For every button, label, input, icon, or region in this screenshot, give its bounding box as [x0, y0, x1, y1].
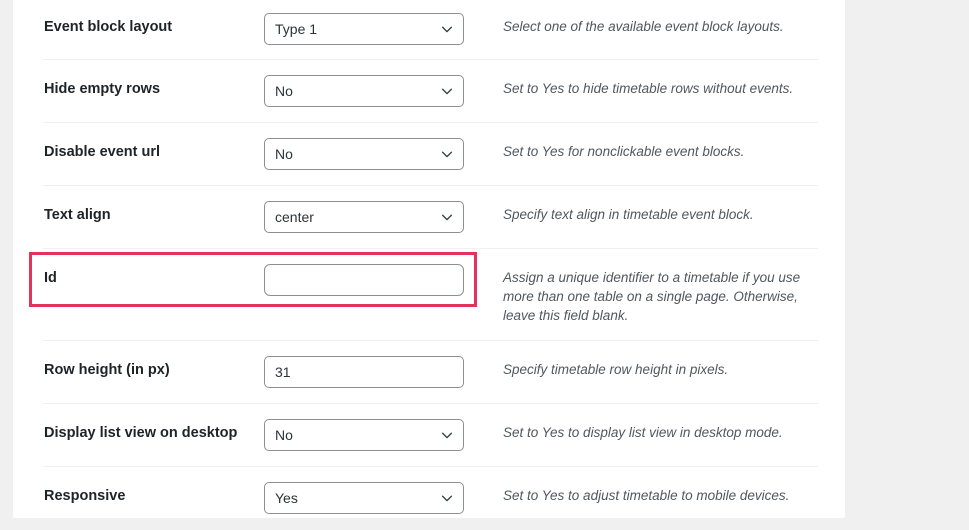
chevron-down-icon [440, 428, 454, 442]
disable-event-url-select[interactable]: No [264, 138, 464, 170]
row-label: Text align [44, 207, 111, 223]
settings-row-text-align: Text align center Specify text align in … [43, 186, 818, 249]
select-value: No [275, 146, 293, 162]
settings-row-hide-empty-rows: Hide empty rows No Set to Yes to hide ti… [43, 60, 818, 123]
id-input[interactable] [264, 264, 464, 296]
display-list-view-select[interactable]: No [264, 419, 464, 452]
settings-row-event-block-layout: Event block layout Type 1 Select one of … [43, 0, 818, 60]
chevron-down-icon [440, 210, 454, 224]
row-description: Set to Yes to display list view in deskt… [503, 425, 783, 441]
row-description: Select one of the available event block … [503, 19, 784, 34]
row-control: No [264, 419, 503, 452]
chevron-down-icon [440, 22, 454, 36]
settings-row-disable-event-url: Disable event url No Set to Yes for nonc… [43, 123, 818, 186]
select-value: Yes [275, 490, 298, 507]
row-height-input[interactable] [264, 356, 464, 389]
row-control: Type 1 [264, 13, 503, 45]
row-control: No [264, 75, 503, 107]
row-control [264, 356, 503, 389]
event-block-layout-select[interactable]: Type 1 [264, 13, 464, 45]
row-control [264, 264, 503, 296]
hide-empty-rows-select[interactable]: No [264, 75, 464, 107]
settings-page: Event block layout Type 1 Select one of … [0, 0, 969, 530]
row-control: Yes [264, 482, 503, 515]
row-description: Specify timetable row height in pixels. [503, 362, 729, 378]
select-value: Type 1 [275, 21, 318, 37]
row-control: No [264, 138, 503, 170]
settings-row-display-list-view: Display list view on desktop No Set to Y… [43, 404, 818, 468]
select-value: No [275, 427, 293, 444]
responsive-select[interactable]: Yes [264, 482, 464, 515]
row-description: Set to Yes to adjust timetable to mobile… [503, 488, 790, 504]
row-control: center [264, 201, 503, 233]
row-description: Specify text align in timetable event bl… [503, 207, 754, 222]
row-label: Id [44, 270, 57, 286]
settings-panel: Event block layout Type 1 Select one of … [13, 0, 845, 530]
row-label: Row height (in px) [44, 362, 170, 379]
settings-row-id: Id Assign a unique identifier to a timet… [43, 249, 818, 342]
settings-row-responsive: Responsive Yes Set to Yes to adjust time… [43, 467, 818, 530]
row-description: Set to Yes to hide timetable rows withou… [503, 81, 794, 96]
row-label: Responsive [44, 488, 126, 505]
chevron-down-icon [440, 84, 454, 98]
row-label: Display list view on desktop [44, 425, 238, 442]
row-description: Assign a unique identifier to a timetabl… [503, 270, 801, 324]
row-label: Disable event url [44, 144, 161, 160]
settings-row-row-height: Row height (in px) Specify timetable row… [43, 341, 818, 405]
text-align-select[interactable]: center [264, 201, 464, 233]
right-gutter [845, 0, 969, 518]
select-value: No [275, 83, 293, 99]
chevron-down-icon [440, 491, 454, 505]
row-label: Hide empty rows [44, 81, 161, 97]
left-gutter [0, 0, 13, 518]
chevron-down-icon [440, 147, 454, 161]
row-description: Set to Yes for nonclickable event blocks… [503, 144, 745, 159]
row-label: Event block layout [44, 19, 173, 35]
select-value: center [275, 209, 314, 225]
settings-form-table: Event block layout Type 1 Select one of … [13, 0, 845, 530]
